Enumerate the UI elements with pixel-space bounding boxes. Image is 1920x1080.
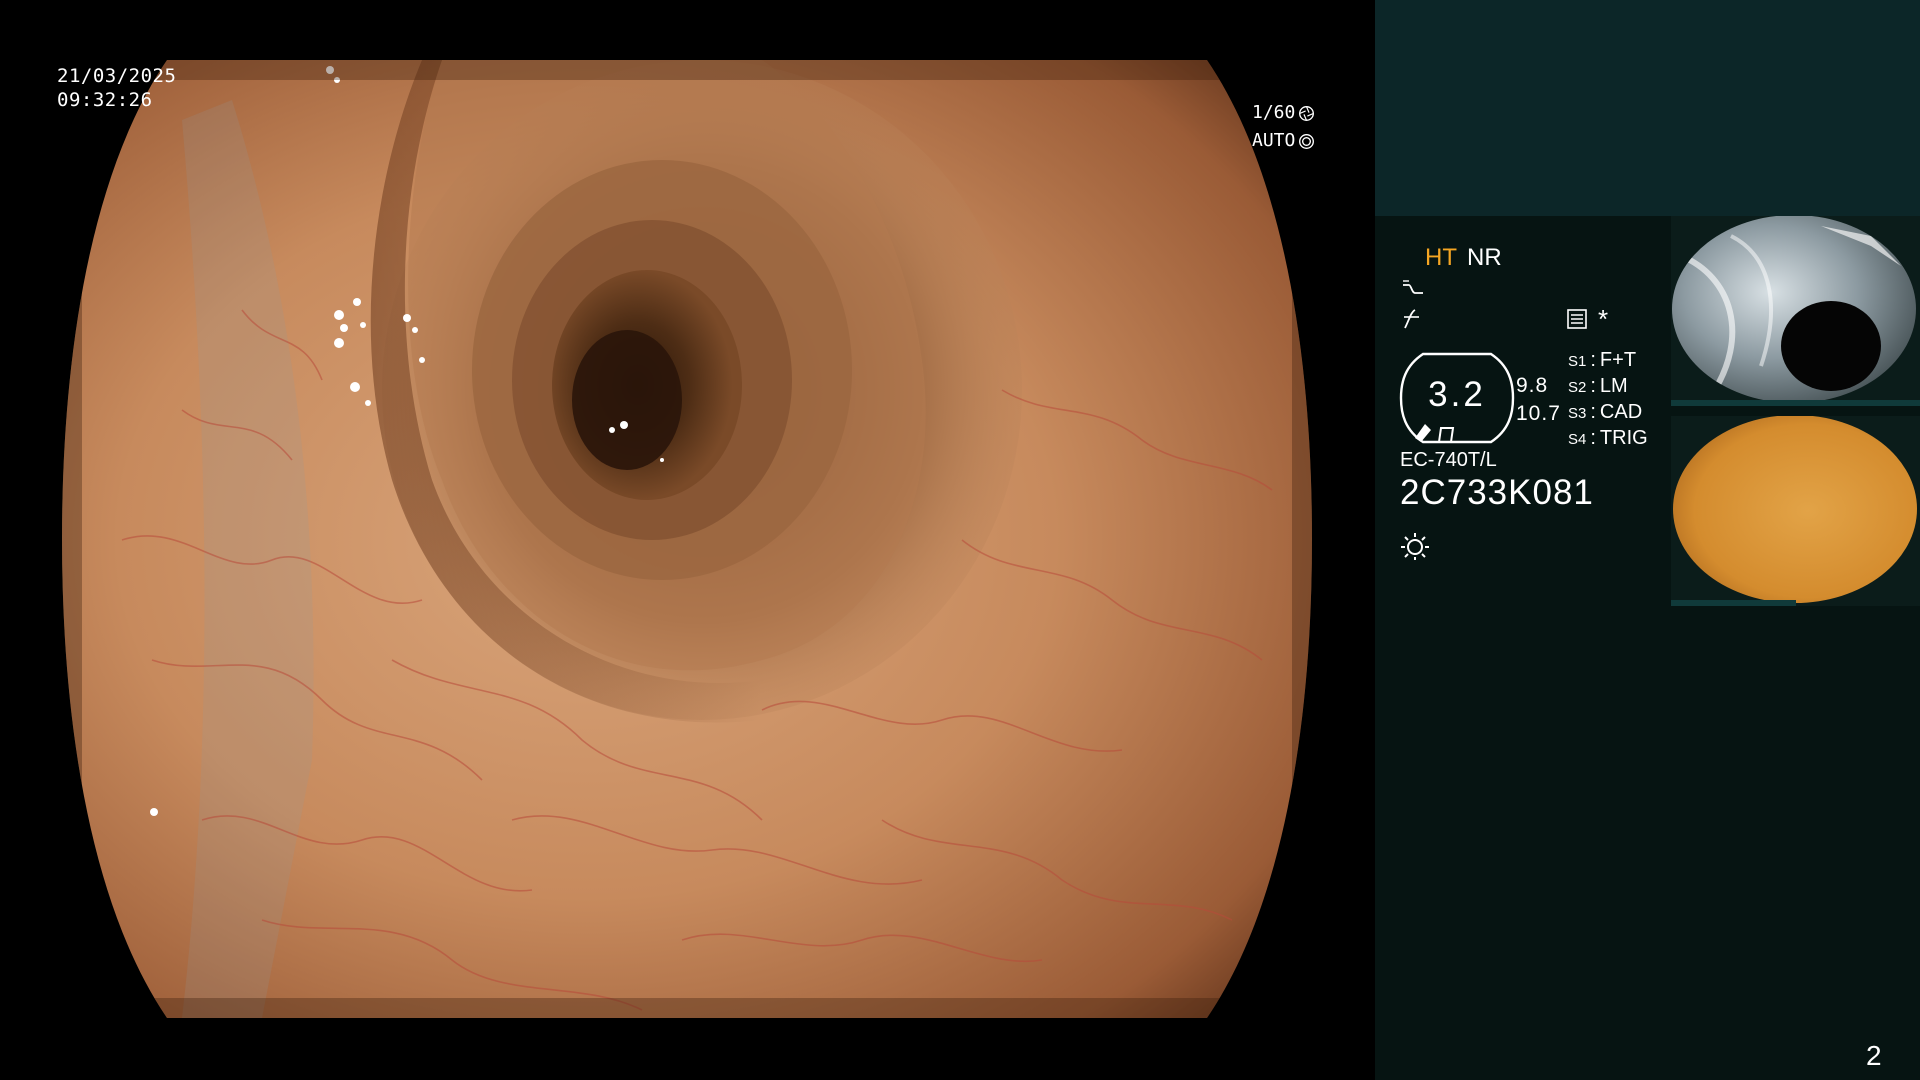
side-panel-header [1375, 0, 1920, 216]
mode-nr-label: NR [1467, 244, 1502, 271]
thumbnail-image-2[interactable] [1671, 416, 1920, 606]
shutter-info: 1/60 AUTO [1252, 99, 1315, 155]
mode-ht-label: HT [1425, 244, 1457, 271]
gauge-reading-bottom: 10.7 [1516, 402, 1561, 425]
gauge-reading-top: 9.8 [1516, 374, 1549, 397]
light-source-icon [1400, 531, 1430, 561]
aperture-icon [1299, 105, 1315, 121]
date-time-overlay: 21/03/2025 09:32:26 [57, 64, 176, 112]
endoscopy-monitor-screen: 21/03/2025 09:32:26 1/60 AUTO HT NR * 3.… [0, 0, 1920, 1080]
switch-setting-s1: S1: F+T [1568, 349, 1637, 371]
iris-icon [1299, 133, 1315, 149]
date-label: 21/03/2025 [57, 65, 177, 87]
image-memo-icon [1566, 308, 1588, 330]
colon-lumen-image [62, 60, 1312, 1018]
thumbnail-image-1[interactable] [1671, 216, 1920, 406]
scope-serial: 2C733K081 [1400, 473, 1594, 512]
switch-setting-s3: S3: CAD [1568, 401, 1643, 423]
scope-model: EC-740T/L [1400, 449, 1497, 471]
image-mode-line: HT NR [1425, 244, 1502, 272]
switch-setting-s4: S4: TRIG [1568, 427, 1648, 449]
scope-tip-icon [1415, 424, 1455, 443]
gauge-readings: 9.8 10.7 [1516, 372, 1561, 428]
endoscopic-view [62, 60, 1312, 1018]
contrast-curve-icon [1401, 308, 1425, 330]
switch-settings-list: S1: F+T S2: LM S3: CAD S4: TRIG [1568, 348, 1648, 452]
iris-row: AUTO [1252, 127, 1315, 155]
page-number: 2 [1866, 1040, 1882, 1071]
zoom-value: 3.2 [1428, 375, 1486, 414]
iris-mode: AUTO [1252, 130, 1296, 151]
tone-curve-icon [1401, 279, 1425, 299]
time-label: 09:32:26 [57, 89, 153, 111]
shutter-row: 1/60 [1252, 99, 1315, 127]
memo-symbol: * [1598, 304, 1609, 334]
shutter-speed: 1/60 [1252, 102, 1296, 123]
switch-setting-s2: S2: LM [1568, 375, 1628, 397]
